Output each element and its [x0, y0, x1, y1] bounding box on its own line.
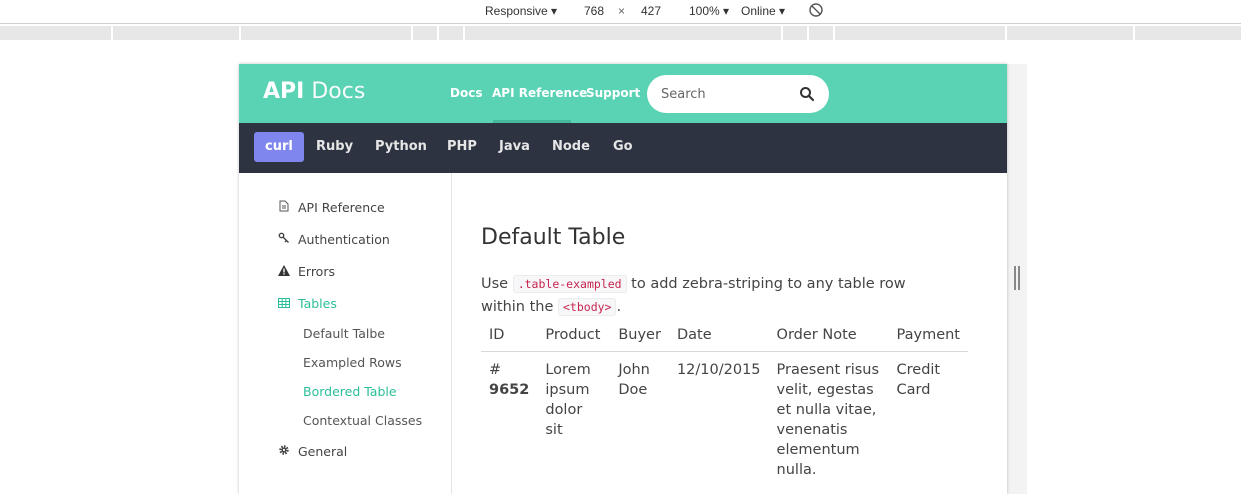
table-row: #9652 Lorem ipsum dolor sit John Doe 12/… [481, 352, 968, 481]
cell-payment: Credit Card [896, 362, 941, 398]
search-input[interactable] [661, 84, 791, 104]
column-header-date: Date [668, 322, 769, 352]
key-icon [277, 232, 290, 247]
sidebar: API Reference Authentication Errors Tabl… [239, 173, 452, 494]
table-header-row: ID Product Buyer Date Order Note Payment [481, 322, 968, 352]
device-frame: API Docs Docs API Reference Support curl… [239, 64, 1007, 494]
sidebar-subitem-contextual-classes[interactable]: Contextual Classes [303, 413, 422, 428]
dimension-separator: × [618, 4, 626, 18]
devtools-toolbar: Responsive ▾ 768 × 427 100% ▾ Online ▾ [0, 0, 1241, 24]
nav-support[interactable]: Support [586, 86, 640, 100]
code-tbody: <tbody> [558, 298, 617, 316]
column-header-id: ID [481, 322, 538, 352]
lang-tab-go[interactable]: Go [602, 132, 644, 162]
lang-tab-curl[interactable]: curl [254, 132, 304, 162]
cell-product: Lorem ipsum dolor sit [545, 362, 591, 438]
search-box [647, 75, 829, 113]
warning-icon [277, 265, 290, 279]
logo[interactable]: API Docs [263, 79, 365, 104]
page-title: Default Table [481, 225, 626, 250]
network-select[interactable]: Online ▾ [741, 4, 785, 18]
nav-api-reference[interactable]: API Reference [492, 86, 587, 100]
search-icon[interactable] [799, 86, 815, 102]
device-select[interactable]: Responsive ▾ [485, 4, 557, 18]
cell-buyer: John Doe [618, 362, 650, 398]
column-header-product: Product [537, 322, 611, 352]
sidebar-item-api-reference[interactable]: API Reference [277, 200, 385, 215]
sidebar-subitem-default-table[interactable]: Default Talbe [303, 326, 385, 341]
zoom-select[interactable]: 100% ▾ [689, 4, 729, 18]
sidebar-subitem-bordered-table[interactable]: Bordered Table [303, 384, 397, 399]
cell-date: 12/10/2015 [676, 362, 761, 378]
lang-tab-python[interactable]: Python [364, 132, 438, 162]
column-header-buyer: Buyer [610, 322, 669, 352]
site-header: API Docs Docs API Reference Support [239, 64, 1007, 123]
code-table-exampled: .table-exampled [512, 275, 627, 293]
description: Use .table-exampled to add zebra-stripin… [481, 275, 906, 316]
column-header-order-note: Order Note [768, 322, 889, 352]
language-tabs: curl Ruby Python PHP Java Node Go [239, 123, 1007, 173]
resize-handle[interactable] [1014, 266, 1020, 290]
height-field[interactable]: 427 [641, 4, 661, 18]
gear-icon [277, 444, 290, 459]
sidebar-subitem-exampled-rows[interactable]: Exampled Rows [303, 355, 402, 370]
lang-tab-php[interactable]: PHP [436, 132, 488, 162]
orders-table: ID Product Buyer Date Order Note Payment… [481, 322, 968, 480]
lang-tab-ruby[interactable]: Ruby [305, 132, 364, 162]
width-field[interactable]: 768 [584, 4, 604, 18]
sidebar-item-general[interactable]: General [277, 444, 347, 459]
rotate-icon[interactable] [808, 2, 824, 21]
nav-docs[interactable]: Docs [450, 86, 482, 100]
lang-tab-java[interactable]: Java [488, 132, 541, 162]
cell-id: #9652 [489, 362, 530, 398]
cell-order-note: Praesent risus velit, egestas et nulla v… [776, 362, 880, 478]
sidebar-item-authentication[interactable]: Authentication [277, 232, 390, 247]
column-header-payment: Payment [888, 322, 968, 352]
media-query-ruler [0, 26, 1241, 41]
document-icon [277, 200, 290, 215]
lang-tab-node[interactable]: Node [541, 132, 601, 162]
table-icon [277, 298, 290, 311]
sidebar-item-tables[interactable]: Tables [277, 296, 337, 311]
sidebar-item-errors[interactable]: Errors [277, 264, 335, 279]
